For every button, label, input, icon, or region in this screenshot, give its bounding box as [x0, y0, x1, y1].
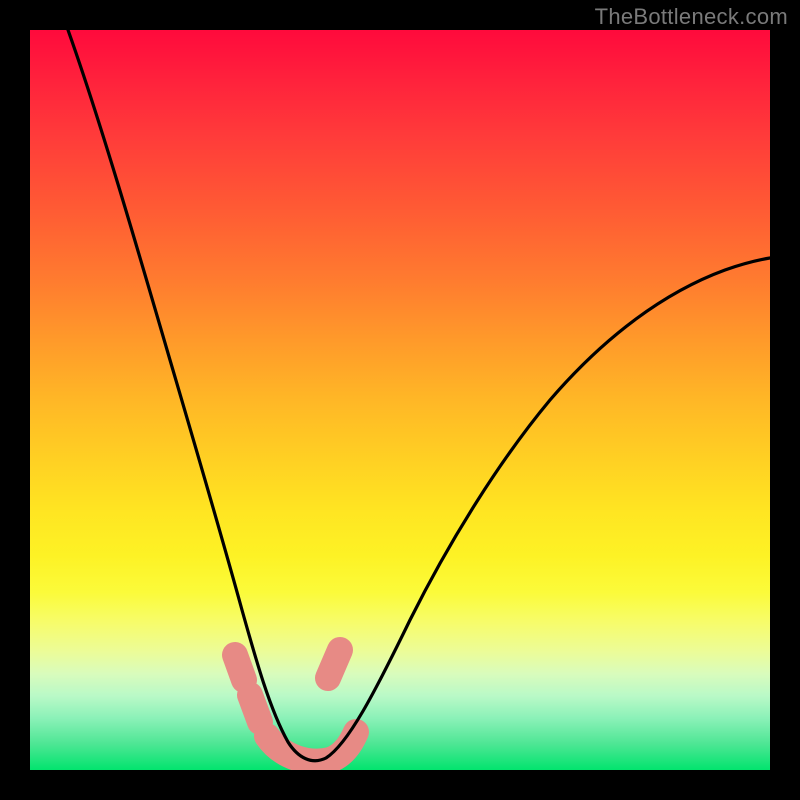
- bottleneck-curve: [68, 30, 770, 761]
- plot-area: [30, 30, 770, 770]
- watermark-label: TheBottleneck.com: [595, 4, 788, 30]
- optimal-range-highlight: [235, 650, 356, 762]
- chart-frame: TheBottleneck.com: [0, 0, 800, 800]
- chart-svg: [30, 30, 770, 770]
